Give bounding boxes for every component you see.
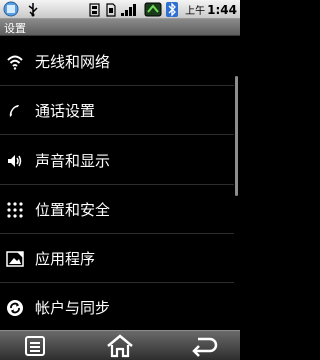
- navigation-bar: [0, 330, 240, 360]
- list-scrollbar[interactable]: [235, 76, 238, 196]
- wifi-icon: [7, 55, 23, 70]
- data-traffic-icon: [144, 2, 162, 17]
- status-bar: 上午 1:44: [0, 0, 240, 19]
- battery-warning-icon: [89, 3, 100, 17]
- settings-item-label: 无线和网络: [35, 53, 111, 71]
- status-clock: 上午 1:44: [185, 2, 237, 17]
- settings-item-call[interactable]: 通话设置: [0, 87, 234, 135]
- settings-item-label: 应用程序: [35, 250, 96, 268]
- clock-ampm: 上午: [185, 6, 206, 17]
- settings-item-label: 通话设置: [35, 102, 96, 120]
- settings-item-label: 位置和安全: [35, 201, 111, 219]
- settings-list[interactable]: 无线和网络 通话设置 声音和显示 位置和安全 应用程序 帐户与同步: [0, 36, 240, 330]
- title-bar: 设置: [0, 19, 240, 36]
- signal-strength-icon: [3, 1, 19, 17]
- usb-icon: [28, 3, 38, 17]
- settings-item-wireless[interactable]: 无线和网络: [0, 38, 234, 86]
- app-icon: [6, 251, 24, 267]
- phone-icon: [9, 105, 19, 117]
- sync-icon: [7, 300, 23, 316]
- settings-item-applications[interactable]: 应用程序: [0, 235, 234, 283]
- bluetooth-icon: [166, 2, 178, 17]
- grid-lock-icon: [7, 202, 23, 218]
- settings-item-sound-display[interactable]: 声音和显示: [0, 137, 234, 185]
- network-signal-icon: [121, 4, 136, 16]
- back-icon[interactable]: [188, 334, 222, 358]
- settings-item-label: 声音和显示: [35, 152, 111, 170]
- settings-item-label: 帐户与同步: [35, 299, 111, 317]
- clock-time: 1:44: [207, 3, 237, 17]
- sim-icon: [106, 3, 116, 17]
- speaker-icon: [8, 155, 22, 167]
- page-title: 设置: [4, 22, 26, 35]
- menu-icon[interactable]: [20, 334, 50, 358]
- settings-item-location-security[interactable]: 位置和安全: [0, 186, 234, 234]
- settings-item-accounts-sync[interactable]: 帐户与同步: [0, 284, 234, 330]
- home-icon[interactable]: [104, 334, 136, 358]
